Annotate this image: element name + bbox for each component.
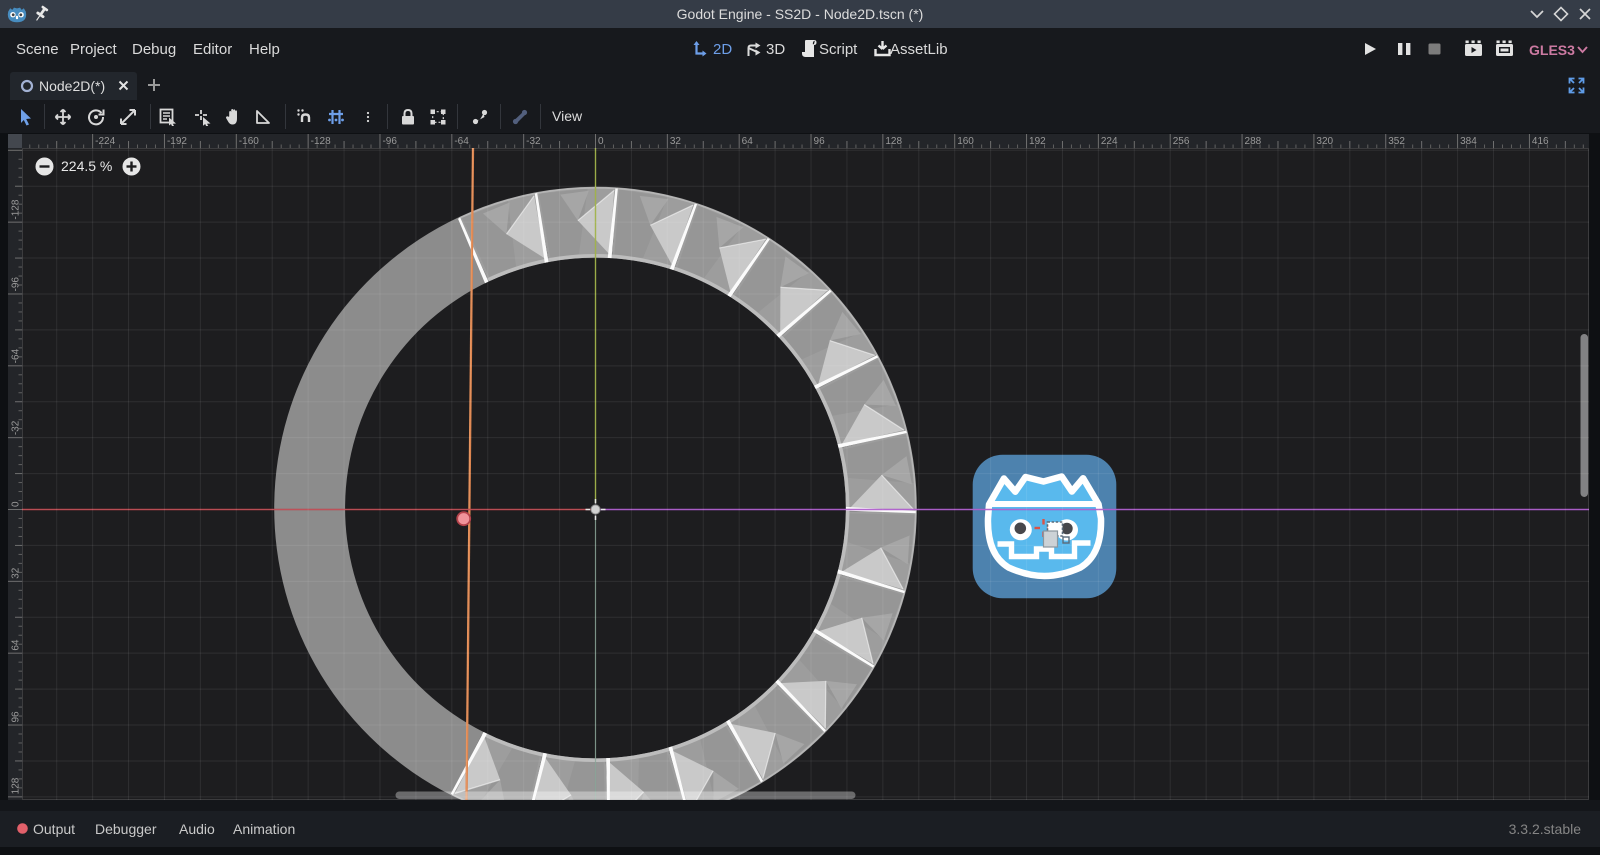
svg-text:128: 128 xyxy=(885,136,902,147)
svg-text:-224: -224 xyxy=(95,136,115,147)
svg-text:64: 64 xyxy=(11,639,22,651)
svg-text:128: 128 xyxy=(11,777,22,794)
svg-text:96: 96 xyxy=(814,136,826,147)
svg-text:-96: -96 xyxy=(11,277,22,292)
svg-text:352: 352 xyxy=(1388,136,1405,147)
svg-text:224: 224 xyxy=(1101,136,1118,147)
svg-text:-192: -192 xyxy=(167,136,187,147)
svg-text:256: 256 xyxy=(1173,136,1190,147)
svg-text:64: 64 xyxy=(742,136,754,147)
svg-text:-64: -64 xyxy=(454,136,469,147)
svg-text:320: 320 xyxy=(1316,136,1333,147)
svg-text:0: 0 xyxy=(11,501,22,507)
svg-text:0: 0 xyxy=(598,136,604,147)
svg-text:-32: -32 xyxy=(11,420,22,435)
svg-text:384: 384 xyxy=(1460,136,1477,147)
svg-text:288: 288 xyxy=(1245,136,1262,147)
svg-text:-128: -128 xyxy=(311,136,331,147)
svg-text:416: 416 xyxy=(1532,136,1549,147)
svg-text:192: 192 xyxy=(1029,136,1046,147)
svg-text:32: 32 xyxy=(11,567,22,579)
svg-text:-160: -160 xyxy=(239,136,259,147)
svg-text:96: 96 xyxy=(11,711,22,723)
svg-text:-96: -96 xyxy=(382,136,397,147)
svg-text:-64: -64 xyxy=(11,348,22,363)
svg-text:32: 32 xyxy=(670,136,682,147)
svg-text:-32: -32 xyxy=(526,136,541,147)
svg-text:160: 160 xyxy=(957,136,974,147)
svg-text:-128: -128 xyxy=(11,199,22,219)
